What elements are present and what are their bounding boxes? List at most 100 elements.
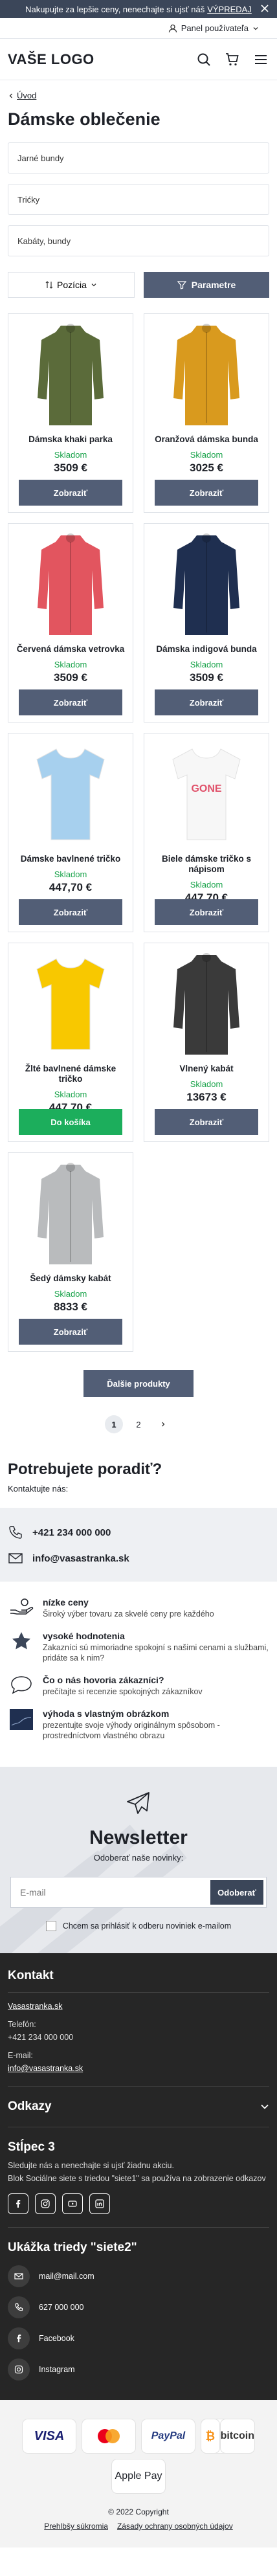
logo[interactable]: VAŠE LOGO xyxy=(8,51,94,68)
footer-site-link[interactable]: Vasastranka.sk xyxy=(8,2002,63,2011)
product-name: Biele dámske tričko s nápisom xyxy=(161,854,252,874)
chevron-down-icon xyxy=(91,282,97,288)
product-price: 8833 € xyxy=(54,1301,87,1313)
product-image[interactable] xyxy=(160,950,254,1058)
product-stock: Skladom xyxy=(190,880,223,890)
privacy-link[interactable]: Prehlbšy súkromia xyxy=(44,2522,108,2531)
product-card[interactable]: Dámska khaki parka Skladom 3509 € Zobraziť xyxy=(8,313,133,513)
product-stock: Skladom xyxy=(190,1079,223,1089)
phone-icon xyxy=(8,2296,30,2318)
close-icon[interactable] xyxy=(260,4,269,13)
view-product-button[interactable]: Zobraziť xyxy=(155,689,258,715)
mail-icon xyxy=(8,1551,23,1566)
cart-icon[interactable] xyxy=(225,52,239,67)
consent-checkbox[interactable] xyxy=(45,1921,56,1931)
user-icon[interactable] xyxy=(168,24,177,33)
usp-item: vysoké hodnotenia Zakazníci sú mimoriadne… xyxy=(8,1631,269,1663)
contact-email[interactable]: info@vasastranka.sk xyxy=(8,1545,269,1571)
footer-links-toggle[interactable]: Odkazy xyxy=(8,2100,269,2114)
view-product-button[interactable]: Zobraziť xyxy=(19,480,122,506)
promo-link[interactable]: VÝPREDAJ xyxy=(207,5,252,14)
product-image[interactable] xyxy=(24,950,118,1058)
sort-button[interactable]: Pozícia xyxy=(8,272,135,298)
help-title: Potrebujete poradiť? xyxy=(8,1461,162,1478)
product-card[interactable]: Vlnený kabát Skladom 13673 € Zobraziť xyxy=(144,943,269,1142)
footer-email-link[interactable]: info@vasastranka.sk xyxy=(8,2064,83,2073)
product-card[interactable]: Červená dámska vetrovka Skladom 3509 € Zobr… xyxy=(8,523,133,722)
visa-logo: VISA xyxy=(23,2419,76,2453)
breadcrumb-label: Úvod xyxy=(17,91,37,100)
filter-item[interactable]: Jarné bundy xyxy=(8,142,269,174)
product-stock: Skladom xyxy=(54,869,87,879)
product-price: 3025 € xyxy=(190,462,223,474)
newsletter-consent[interactable]: Chcem sa prihlásiť k odberu noviniek e-m… xyxy=(8,1921,269,1931)
bitcoin-logo: ₿ bitcoin xyxy=(201,2419,254,2453)
star-icon xyxy=(8,1631,35,1652)
view-product-button[interactable]: Zobraziť xyxy=(155,899,258,925)
footer-list-item[interactable]: mail@mail.com xyxy=(8,2265,269,2287)
footer-links-title: Odkazy xyxy=(8,2100,52,2113)
more-products-button[interactable]: Ďalšie produkty xyxy=(83,1370,194,1397)
parameters-button[interactable]: Parametre xyxy=(144,272,269,298)
view-product-button[interactable]: Zobraziť xyxy=(155,480,258,506)
product-image[interactable] xyxy=(24,1159,118,1268)
payment-methods: VISA PayPal ₿ bitcoin Apple Pay xyxy=(8,2419,269,2493)
product-name: Žlté bavlnené dámske tričko xyxy=(25,1064,116,1084)
product-image[interactable] xyxy=(24,530,118,639)
view-product-button[interactable]: Zobraziť xyxy=(155,1109,258,1135)
footer-col3-text: Blok Sociálne siete s triedou "siete1" s… xyxy=(8,2174,266,2183)
linkedin-icon[interactable] xyxy=(89,2193,110,2214)
product-image[interactable] xyxy=(160,320,254,429)
footer-phone-label: Telefón: xyxy=(8,2020,36,2029)
footer-phone[interactable]: +421 234 000 000 xyxy=(8,2033,269,2042)
facebook-icon[interactable] xyxy=(8,2193,28,2214)
breadcrumb-back[interactable]: Úvod xyxy=(0,80,277,100)
list-controls: Pozícia Parametre xyxy=(8,272,269,298)
product-card[interactable]: Šedý dámsky kabát Skladom 8833 € Zobraziť xyxy=(8,1152,133,1352)
usp-title: výhoda s vlastným obrázkom xyxy=(43,1708,170,1719)
footer-list-label: Instagram xyxy=(39,2365,75,2374)
chevron-right-icon[interactable] xyxy=(154,1415,172,1433)
product-price: 13673 € xyxy=(186,1091,227,1103)
product-card[interactable]: Žlté bavlnené dámske tričko Skladom 447,70… xyxy=(8,943,133,1142)
contact-phone[interactable]: +421 234 000 000 xyxy=(8,1519,269,1545)
footer-col3-text: Sledujte nás a nenechajte si ujsť žiadnu… xyxy=(8,2161,174,2170)
filter-item[interactable]: Kabáty, bundy xyxy=(8,225,269,256)
contact-email-value: info@vasastranka.sk xyxy=(32,1552,129,1564)
product-image[interactable]: GONE xyxy=(160,740,254,849)
view-product-button[interactable]: Zobraziť xyxy=(19,1319,122,1345)
page-2[interactable]: 2 xyxy=(129,1415,148,1433)
user-panel-link[interactable]: Panel používateľa xyxy=(181,23,249,33)
product-card[interactable]: Oranžová dámska bunda Skladom 3025 € Zobraz… xyxy=(144,313,269,513)
product-card[interactable]: Dámska indigová bunda Skladom 3509 € Zobraz… xyxy=(144,523,269,722)
product-image[interactable] xyxy=(24,740,118,849)
policy-link[interactable]: Zásady ochrany osobných údajov xyxy=(117,2522,233,2531)
add-to-cart-button[interactable]: Do košíka xyxy=(19,1109,122,1135)
filter-item[interactable]: Trićky xyxy=(8,184,269,215)
newsletter-email-input[interactable] xyxy=(11,1877,208,1907)
product-name: Dámske bavlnené tričko xyxy=(20,854,121,864)
product-image[interactable] xyxy=(160,530,254,639)
footer-col3-title: Stĺpec 3 xyxy=(8,2140,55,2154)
footer-list-item[interactable]: Facebook xyxy=(8,2327,269,2349)
view-product-button[interactable]: Zobraziť xyxy=(19,899,122,925)
footer-list-label: Facebook xyxy=(39,2334,74,2343)
product-card[interactable]: Dámske bavlnené tričko Skladom 447,70 € Zob… xyxy=(8,733,133,932)
product-card[interactable]: GONE Biele dámske tričko s nápisom Skladom… xyxy=(144,733,269,932)
subscribe-button[interactable]: Odoberať xyxy=(210,1880,263,1905)
product-name: Dámska khaki parka xyxy=(28,434,113,444)
paper-plane-icon xyxy=(126,1790,151,1816)
chat-bubble-icon xyxy=(8,1675,35,1694)
product-image[interactable] xyxy=(24,320,118,429)
page-1[interactable]: 1 xyxy=(105,1415,123,1433)
menu-icon[interactable] xyxy=(254,52,268,67)
instagram-icon[interactable] xyxy=(35,2193,56,2214)
footer-list-item[interactable]: Instagram xyxy=(8,2358,269,2380)
newsletter-title: Newsletter xyxy=(89,1827,188,1848)
chevron-down-icon[interactable] xyxy=(252,25,259,32)
view-product-button[interactable]: Zobraziť xyxy=(19,689,122,715)
youtube-icon[interactable] xyxy=(62,2193,83,2214)
mastercard-logo xyxy=(82,2419,135,2453)
footer-list-item[interactable]: 627 000 000 xyxy=(8,2296,269,2318)
search-icon[interactable] xyxy=(197,52,211,67)
